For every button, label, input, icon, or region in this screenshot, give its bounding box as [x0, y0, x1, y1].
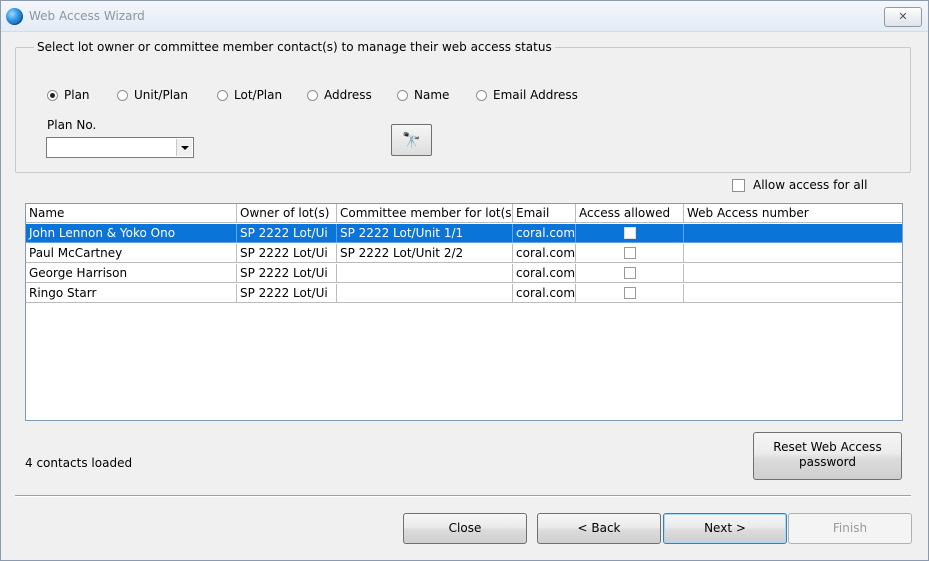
cell-committee[interactable] [337, 284, 513, 303]
cell-access-allowed [576, 284, 684, 303]
radio-unit-plan-dot[interactable] [117, 89, 128, 101]
title-bar[interactable]: Web Access Wizard ✕ [1, 1, 928, 32]
radio-lot-plan-dot[interactable] [217, 89, 228, 101]
finish-button: Finish [788, 513, 912, 544]
radio-email-address[interactable]: Email Address [476, 88, 578, 102]
cell-committee[interactable] [337, 264, 513, 283]
radio-email-address-dot[interactable] [476, 89, 487, 101]
status-text: 4 contacts loaded [25, 456, 133, 470]
footer-separator [15, 495, 911, 497]
access-allowed-checkbox[interactable] [624, 267, 636, 279]
radio-address-dot[interactable] [307, 89, 318, 101]
cell-access-allowed [576, 264, 684, 283]
next-button[interactable]: Next > [663, 513, 787, 544]
cell-email[interactable]: coral.com [513, 284, 576, 303]
cell-access-allowed [576, 224, 684, 243]
cell-name[interactable]: Ringo Starr [26, 284, 237, 303]
cell-committee[interactable]: SP 2222 Lot/Unit 2/2 [337, 244, 513, 263]
radio-name-dot[interactable] [397, 89, 408, 101]
contacts-grid[interactable]: Name Owner of lot(s) Committee member fo… [25, 203, 903, 421]
access-allowed-checkbox[interactable] [624, 227, 636, 239]
cell-owner[interactable]: SP 2222 Lot/Ui [237, 264, 337, 283]
find-button[interactable]: 🔭 [391, 124, 432, 156]
cell-committee[interactable]: SP 2222 Lot/Unit 1/1 [337, 224, 513, 243]
cell-email[interactable]: coral.com [513, 224, 576, 243]
access-allowed-checkbox[interactable] [624, 247, 636, 259]
allow-access-for-all-checkbox[interactable] [732, 178, 745, 192]
cell-web-access-number[interactable] [684, 224, 902, 243]
table-row[interactable]: George Harrison SP 2222 Lot/Ui coral.com [26, 264, 902, 283]
cell-owner[interactable]: SP 2222 Lot/Ui [237, 244, 337, 263]
radio-lot-plan[interactable]: Lot/Plan [217, 88, 282, 102]
wizard-window: Web Access Wizard ✕ Select lot owner or … [0, 0, 929, 561]
radio-unit-plan[interactable]: Unit/Plan [117, 88, 188, 102]
plan-number-combobox[interactable] [46, 137, 194, 158]
cell-email[interactable]: coral.com [513, 244, 576, 263]
radio-unit-plan-label: Unit/Plan [134, 88, 188, 102]
table-row[interactable]: Paul McCartney SP 2222 Lot/Ui SP 2222 Lo… [26, 244, 902, 263]
cell-email[interactable]: coral.com [513, 264, 576, 283]
cell-owner[interactable]: SP 2222 Lot/Ui [237, 284, 337, 303]
grid-header-row: Name Owner of lot(s) Committee member fo… [26, 204, 902, 223]
back-button[interactable]: < Back [537, 513, 661, 544]
column-header-committee[interactable]: Committee member for lot(s) [337, 204, 513, 223]
access-allowed-checkbox[interactable] [624, 287, 636, 299]
radio-email-address-label: Email Address [493, 88, 578, 102]
close-button[interactable]: Close [403, 513, 527, 544]
column-header-owner[interactable]: Owner of lot(s) [237, 204, 337, 223]
radio-plan-dot[interactable] [47, 89, 58, 101]
plan-number-label: Plan No. [47, 118, 97, 132]
radio-name[interactable]: Name [397, 88, 449, 102]
window-close-button[interactable]: ✕ [884, 7, 922, 27]
radio-plan[interactable]: Plan [47, 88, 90, 102]
allow-access-for-all-label: Allow access for all [753, 178, 868, 192]
reset-button-line-2: password [799, 455, 856, 469]
radio-plan-label: Plan [64, 88, 90, 102]
table-row[interactable]: John Lennon & Yoko Ono SP 2222 Lot/Ui SP… [26, 224, 902, 243]
cell-web-access-number[interactable] [684, 244, 902, 263]
cell-name[interactable]: John Lennon & Yoko Ono [26, 224, 237, 243]
cell-name[interactable]: George Harrison [26, 264, 237, 283]
allow-access-for-all[interactable]: Allow access for all [732, 178, 867, 192]
reset-web-access-password-button[interactable]: Reset Web Access password [753, 432, 902, 480]
cell-web-access-number[interactable] [684, 264, 902, 283]
window-title: Web Access Wizard [29, 9, 145, 23]
cell-name[interactable]: Paul McCartney [26, 244, 237, 263]
radio-lot-plan-label: Lot/Plan [234, 88, 283, 102]
search-group-label: Select lot owner or committee member con… [34, 40, 555, 54]
radio-address-label: Address [324, 88, 372, 102]
binoculars-icon: 🔭 [402, 131, 421, 149]
column-header-access-allowed[interactable]: Access allowed [576, 204, 684, 223]
column-header-email[interactable]: Email [513, 204, 576, 223]
cell-owner[interactable]: SP 2222 Lot/Ui [237, 224, 337, 243]
globe-icon [6, 8, 23, 25]
reset-button-line-1: Reset Web Access [773, 440, 882, 454]
chevron-down-icon[interactable] [176, 139, 192, 156]
radio-address[interactable]: Address [307, 88, 372, 102]
cell-web-access-number[interactable] [684, 284, 902, 303]
table-row[interactable]: Ringo Starr SP 2222 Lot/Ui coral.com [26, 284, 902, 303]
radio-name-label: Name [414, 88, 450, 102]
column-header-name[interactable]: Name [26, 204, 237, 223]
cell-access-allowed [576, 244, 684, 263]
column-header-web-access-number[interactable]: Web Access number [684, 204, 902, 223]
